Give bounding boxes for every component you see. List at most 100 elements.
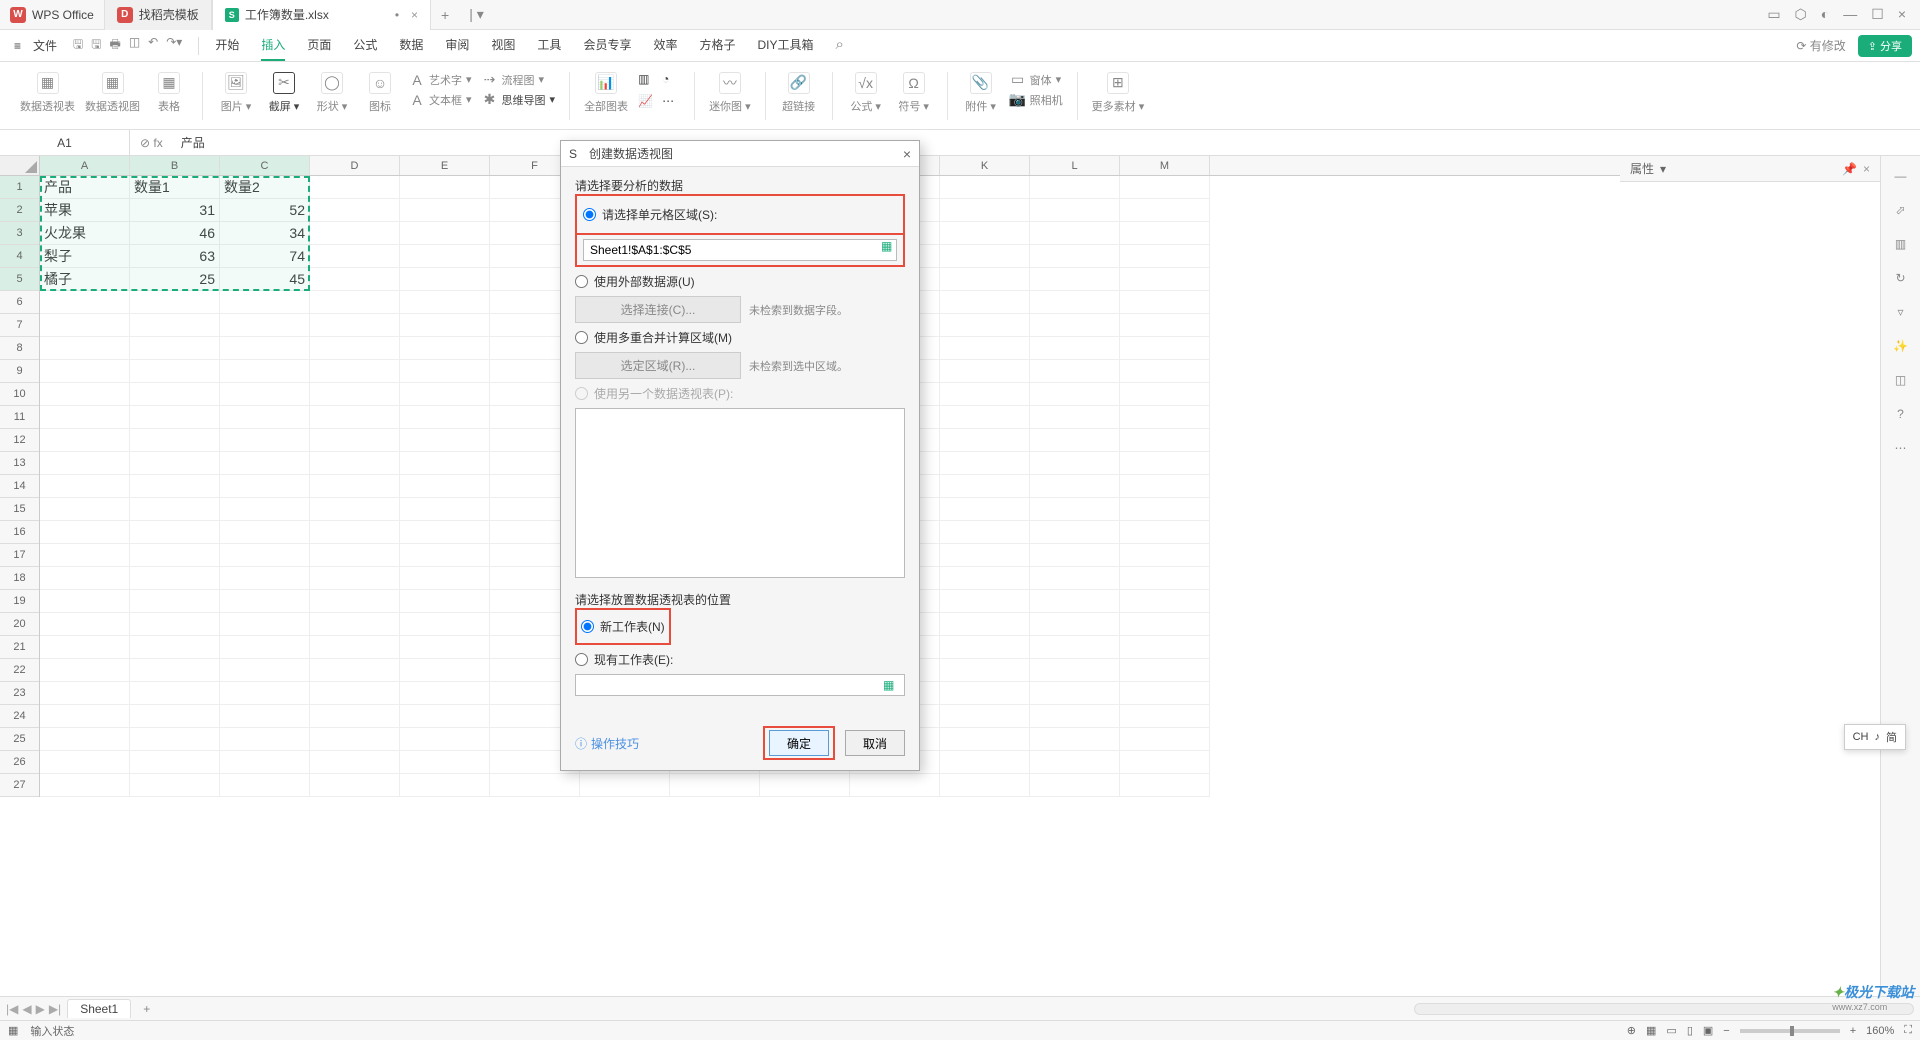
tab-review[interactable]: 审阅 xyxy=(445,30,469,61)
share-button[interactable]: ⇪ 分享 xyxy=(1858,35,1912,57)
window-multi-icon[interactable]: ▭ xyxy=(1767,6,1780,23)
zoom-out-icon[interactable]: − xyxy=(1723,1025,1729,1037)
select-all-corner[interactable] xyxy=(0,156,40,176)
select-region-button[interactable]: 选定区域(R)... xyxy=(575,352,741,379)
redo-icon[interactable]: ↷▾ xyxy=(166,35,182,56)
save-icon[interactable]: 🖫 xyxy=(73,35,83,56)
undo-icon[interactable]: ↶ xyxy=(148,35,158,56)
add-tab-button[interactable]: + xyxy=(431,7,459,23)
tab-view[interactable]: 视图 xyxy=(491,30,515,61)
tips-link[interactable]: ⓘ 操作技巧 xyxy=(575,735,639,752)
maximize-icon[interactable]: ☐ xyxy=(1871,6,1884,23)
allcharts-button[interactable]: 📊全部图表 xyxy=(584,72,628,114)
avatar-icon[interactable]: ◐ xyxy=(1821,6,1829,23)
hyperlink-button[interactable]: 🔗超链接 xyxy=(780,72,818,114)
select-connection-button[interactable]: 选择连接(C)... xyxy=(575,296,741,323)
select-icon[interactable]: ⬀ xyxy=(1891,200,1911,220)
picture-button[interactable]: 🖼图片 ▾ xyxy=(217,72,255,114)
formula-input[interactable]: 产品 xyxy=(173,134,1920,151)
more-material-button[interactable]: ⊞更多素材 ▾ xyxy=(1092,72,1145,114)
tab-member[interactable]: 会员专享 xyxy=(583,30,631,61)
range-picker-icon[interactable]: ▦ xyxy=(883,678,899,694)
range-picker-icon[interactable]: ▦ xyxy=(881,239,897,255)
layout-icon[interactable]: ▦ xyxy=(8,1024,18,1037)
sync-icon[interactable]: ↻ xyxy=(1891,268,1911,288)
name-box[interactable]: A1 xyxy=(0,130,130,155)
sheet-nav[interactable]: |◀◀▶▶| xyxy=(6,1002,61,1016)
screenshot-button[interactable]: ✂截屏 ▾ xyxy=(265,72,303,114)
read-icon[interactable]: ▣ xyxy=(1703,1024,1713,1037)
wordart-button[interactable]: A艺术字 ▾ xyxy=(409,72,472,88)
pivot-list[interactable] xyxy=(575,408,905,578)
sparkles-icon[interactable]: ✨ xyxy=(1891,336,1911,356)
tab-insert[interactable]: 插入 xyxy=(261,30,285,61)
add-sheet-button[interactable]: + xyxy=(137,1002,156,1016)
search-icon[interactable]: ⌕ xyxy=(836,30,844,61)
pivot-table-button[interactable]: ▦数据透视表 xyxy=(20,72,75,114)
camera-button[interactable]: 📷照相机 xyxy=(1010,92,1063,108)
fx-icon[interactable]: ⊘ fx xyxy=(130,136,173,150)
shapes-button[interactable]: ◯形状 ▾ xyxy=(313,72,351,114)
more-icon[interactable]: ⋯ xyxy=(1891,438,1911,458)
view-break-icon[interactable]: ▯ xyxy=(1687,1024,1693,1037)
tab-diy[interactable]: DIY工具箱 xyxy=(757,30,813,61)
tab-formula[interactable]: 公式 xyxy=(353,30,377,61)
properties-panel-header[interactable]: 属性 ▾ 📌 × xyxy=(1620,156,1880,182)
spreadsheet-grid[interactable]: ABCDEFGHIJKLM 12345678910111213141516171… xyxy=(0,156,1880,996)
tab-tools[interactable]: 工具 xyxy=(537,30,561,61)
icons-button[interactable]: ☺图标 xyxy=(361,72,399,114)
saveas-icon[interactable]: 🖫 xyxy=(91,35,101,56)
zoom-slider[interactable] xyxy=(1740,1029,1840,1033)
ok-button[interactable]: 确定 xyxy=(769,730,829,756)
form-button[interactable]: ▭窗体 ▾ xyxy=(1010,72,1063,88)
hamburger-icon[interactable]: ≡ xyxy=(8,39,27,53)
range-input[interactable] xyxy=(583,239,897,261)
pivot-chart-button[interactable]: ▦数据透视图 xyxy=(85,72,140,114)
existing-location-input[interactable] xyxy=(575,674,905,696)
close-window-icon[interactable]: × xyxy=(1898,6,1906,23)
zoom-value[interactable]: 160% xyxy=(1866,1025,1894,1037)
column-headers[interactable]: ABCDEFGHIJKLM xyxy=(40,156,1880,176)
expand-icon[interactable]: ⛶ xyxy=(1904,1024,1912,1037)
tab-page[interactable]: 页面 xyxy=(307,30,331,61)
attachment-button[interactable]: 📎附件 ▾ xyxy=(962,72,1000,114)
style-icon[interactable]: ▥ xyxy=(1891,234,1911,254)
dialog-titlebar[interactable]: S 创建数据透视图 × xyxy=(561,141,919,167)
sheet-tab[interactable]: Sheet1 xyxy=(67,999,131,1018)
layer-icon[interactable]: ◫ xyxy=(1891,370,1911,390)
sparkline-button[interactable]: 〰迷你图 ▾ xyxy=(709,72,751,114)
file-menu[interactable]: 文件 xyxy=(27,37,63,54)
mindmap-button[interactable]: ✱思维导图 ▾ xyxy=(482,92,556,108)
flowchart-button[interactable]: ⇢流程图 ▾ xyxy=(482,72,556,88)
tab-efficiency[interactable]: 效率 xyxy=(653,30,677,61)
radio-select-range[interactable]: 请选择单元格区域(S): xyxy=(583,206,897,223)
help-icon[interactable]: ? xyxy=(1891,404,1911,424)
tab-templates[interactable]: D 找稻壳模板 xyxy=(104,0,212,30)
row-headers[interactable]: 1234567891011121314151617181920212223242… xyxy=(0,176,40,797)
minimize-icon[interactable]: — xyxy=(1843,6,1857,23)
tab-file[interactable]: S 工作簿数量.xlsx • × xyxy=(212,0,431,30)
textbox-button[interactable]: A文本框 ▾ xyxy=(409,92,472,108)
cells-area[interactable]: 产品数量1数量2苹果3152火龙果4634梨子6374橘子2545 xyxy=(40,176,1880,996)
view-page-icon[interactable]: ▭ xyxy=(1666,1024,1676,1037)
radio-multi[interactable]: 使用多重合并计算区域(M) xyxy=(575,329,905,346)
table-button[interactable]: ▦表格 xyxy=(150,72,188,114)
print-icon[interactable]: 🖶 xyxy=(110,35,121,56)
preview-icon[interactable]: ◫ xyxy=(129,35,140,56)
math-icon[interactable]: ⊕ xyxy=(1627,1024,1636,1037)
minimize-panel-icon[interactable]: — xyxy=(1891,166,1911,186)
view-normal-icon[interactable]: ▦ xyxy=(1646,1024,1656,1037)
tab-data[interactable]: 数据 xyxy=(399,30,423,61)
ime-indicator[interactable]: CH♪简 xyxy=(1844,724,1906,750)
tab-fangge[interactable]: 方格子 xyxy=(699,30,735,61)
equation-button[interactable]: √x公式 ▾ xyxy=(847,72,885,114)
radio-external[interactable]: 使用外部数据源(U) xyxy=(575,273,905,290)
pin-icon[interactable]: 📌 xyxy=(1842,162,1857,176)
zoom-in-icon[interactable]: + xyxy=(1850,1025,1856,1037)
radio-new-sheet[interactable]: 新工作表(N) xyxy=(581,618,665,635)
add-menu-button[interactable]: | ▾ xyxy=(459,6,494,23)
cube-icon[interactable]: ⬡ xyxy=(1795,6,1807,23)
close-tab-icon[interactable]: × xyxy=(411,8,418,22)
tab-home[interactable]: 开始 xyxy=(215,30,239,61)
close-panel-icon[interactable]: × xyxy=(1863,162,1870,176)
